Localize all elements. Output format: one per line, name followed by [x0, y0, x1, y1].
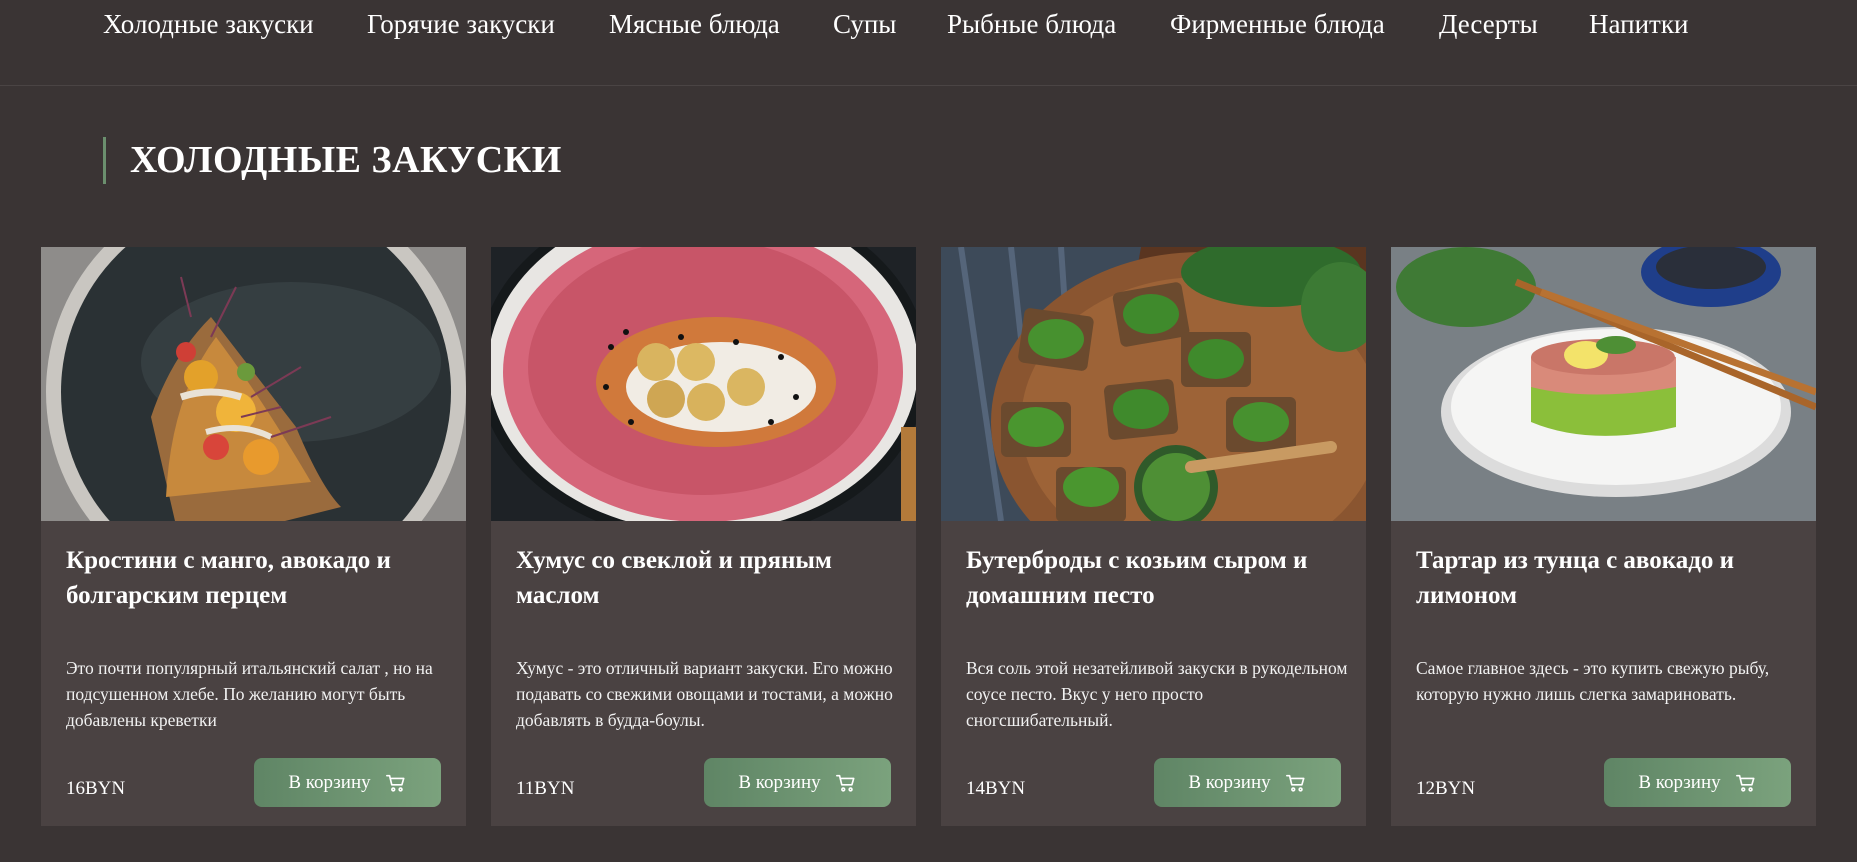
section-title: ХОЛОДНЫЕ ЗАКУСКИ	[103, 137, 562, 184]
crostini-photo	[41, 247, 466, 521]
product-description: Вся соль этой незатейливой закуски в рук…	[966, 658, 1348, 730]
cart-icon	[385, 772, 407, 794]
product-card-tuna-tartare: Тартар из тунца с авокадо и лимоном Само…	[1391, 247, 1816, 826]
product-card-hummus: Хумус со свеклой и пряным маслом Хумус -…	[491, 247, 916, 826]
nav-item-soups[interactable]: Супы	[833, 6, 896, 42]
product-name: Хумус со свеклой и пряным маслом	[516, 547, 832, 609]
product-card-crostini: Кростини с манго, авокадо и болгарским п…	[41, 247, 466, 826]
product-description: Хумус - это отличный вариант закуски. Ег…	[516, 658, 893, 730]
product-card-pesto-sandwiches: Бутерброды с козьим сыром и домашним пес…	[941, 247, 1366, 826]
nav-item-meat-dishes[interactable]: Мясные блюда	[609, 6, 780, 42]
add-to-cart-button[interactable]: В корзину	[1604, 758, 1791, 807]
add-to-cart-button[interactable]: В корзину	[704, 758, 891, 807]
product-name: Тартар из тунца с авокадо и лимоном	[1416, 547, 1735, 609]
nav-item-cold-appetizers[interactable]: Холодные закуски	[103, 6, 314, 42]
add-to-cart-label: В корзину	[738, 771, 821, 793]
top-navigation: Холодные закуски Горячие закуски Мясные …	[0, 0, 1857, 86]
cart-icon	[1735, 772, 1757, 794]
add-to-cart-label: В корзину	[1638, 771, 1721, 793]
product-description: Это почти популярный итальянский салат ,…	[66, 658, 433, 730]
nav-item-hot-appetizers[interactable]: Горячие закуски	[367, 6, 555, 42]
add-to-cart-button[interactable]: В корзину	[254, 758, 441, 807]
product-name: Бутерброды с козьим сыром и домашним пес…	[966, 547, 1308, 609]
product-price: 16BYN	[66, 778, 126, 799]
nav-item-desserts[interactable]: Десерты	[1439, 6, 1538, 42]
cart-icon	[1285, 772, 1307, 794]
product-price: 12BYN	[1416, 778, 1476, 799]
product-price: 11BYN	[516, 778, 575, 799]
add-to-cart-label: В корзину	[1188, 771, 1271, 793]
pesto-sandwiches-photo	[941, 247, 1366, 521]
product-name: Кростини с манго, авокадо и болгарским п…	[66, 547, 391, 609]
nav-item-signature-dishes[interactable]: Фирменные блюда	[1170, 6, 1385, 42]
product-price: 14BYN	[966, 778, 1026, 799]
add-to-cart-label: В корзину	[288, 771, 371, 793]
hummus-photo	[491, 247, 916, 521]
tuna-tartare-photo	[1391, 247, 1816, 521]
add-to-cart-button[interactable]: В корзину	[1154, 758, 1341, 807]
product-description: Самое главное здесь - это купить свежую …	[1416, 658, 1770, 704]
cart-icon	[835, 772, 857, 794]
nav-item-fish-dishes[interactable]: Рыбные блюда	[947, 6, 1116, 42]
nav-item-drinks[interactable]: Напитки	[1589, 6, 1688, 42]
